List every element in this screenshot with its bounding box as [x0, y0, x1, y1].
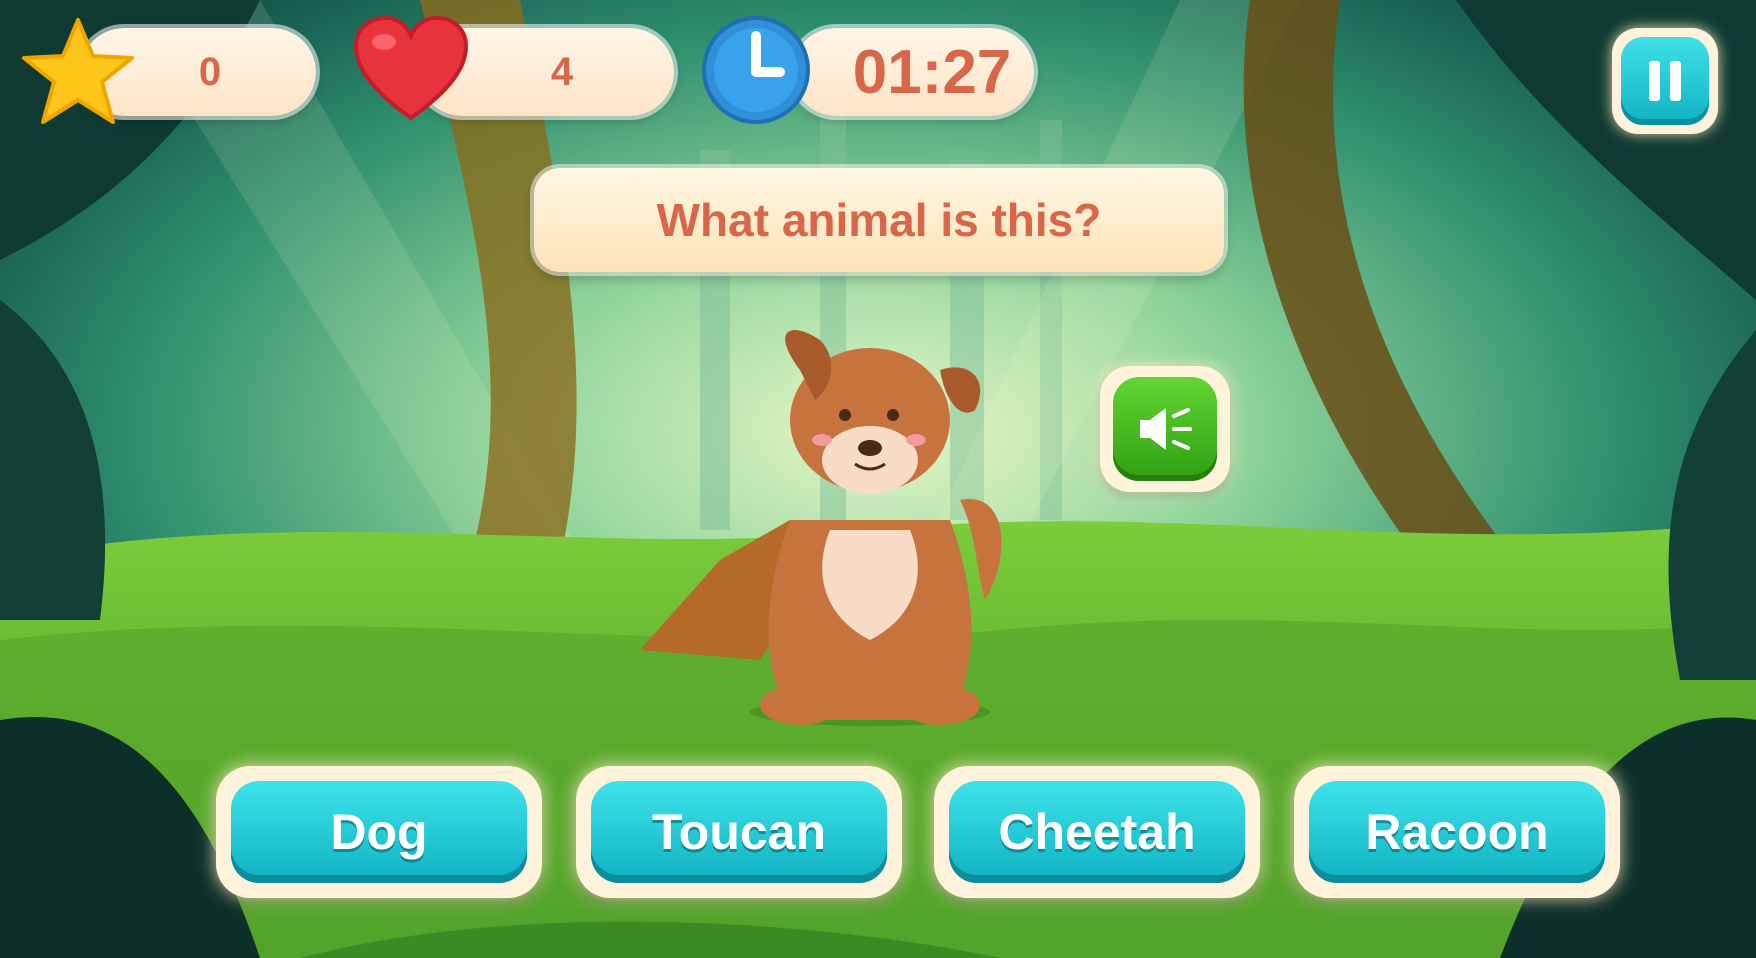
- star-icon: [22, 18, 134, 124]
- answer-button-cheetah[interactable]: Cheetah: [934, 766, 1260, 898]
- score-value: 0: [198, 49, 222, 94]
- heart-icon: [353, 15, 469, 121]
- answer-button-toucan[interactable]: Toucan: [576, 766, 902, 898]
- clock-icon: [702, 16, 810, 124]
- answer-label: Toucan: [591, 781, 887, 883]
- answer-label: Racoon: [1309, 781, 1605, 883]
- question-banner: What animal is this?: [534, 168, 1224, 272]
- answer-label: Cheetah: [949, 781, 1245, 883]
- question-text: What animal is this?: [656, 194, 1102, 246]
- speaker-icon: [1113, 377, 1217, 481]
- answer-button-racoon[interactable]: Racoon: [1294, 766, 1620, 898]
- lives-value: 4: [550, 49, 574, 94]
- sound-button[interactable]: [1100, 366, 1230, 492]
- timer-display: 01:27: [792, 28, 1034, 116]
- answer-button-dog[interactable]: Dog: [216, 766, 542, 898]
- answer-label: Dog: [231, 781, 527, 883]
- pause-icon: [1621, 37, 1709, 125]
- pause-button[interactable]: [1612, 28, 1718, 134]
- timer-value: 01:27: [852, 37, 1012, 107]
